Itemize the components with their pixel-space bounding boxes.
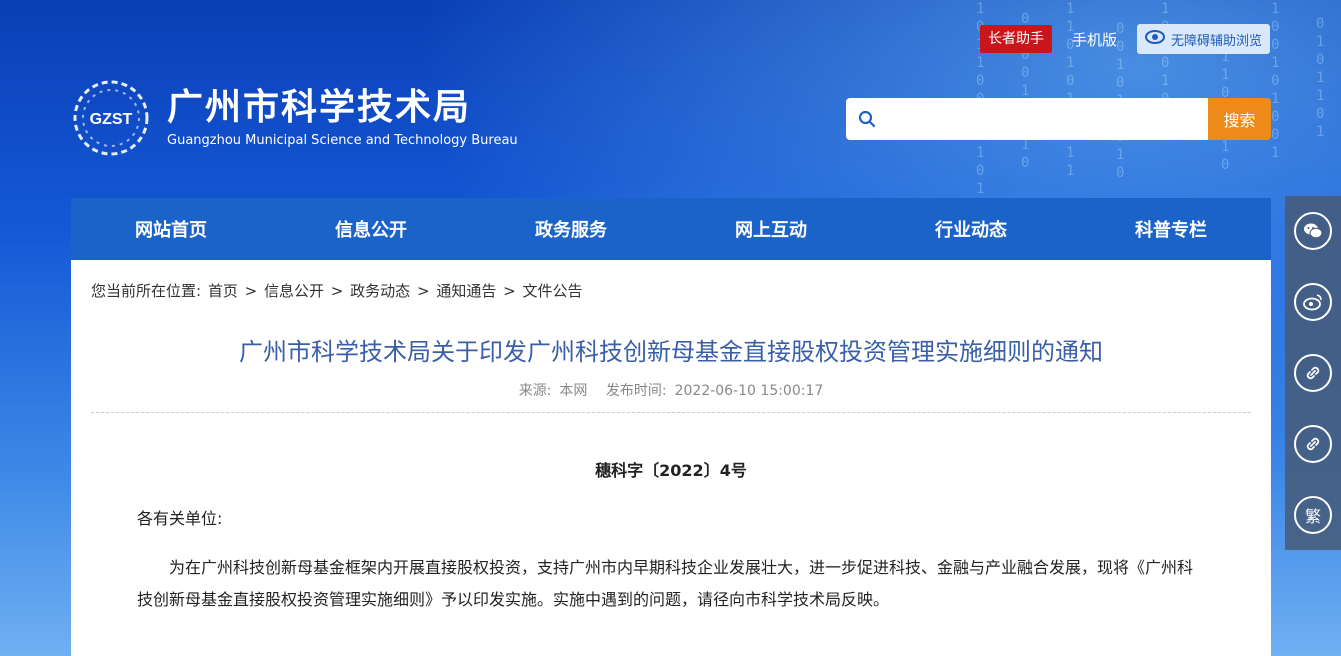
- breadcrumb-item-home[interactable]: 首页: [208, 282, 238, 300]
- accessibility-label: 无障碍辅助浏览: [1170, 33, 1262, 49]
- article-paragraph: 为在广州科技创新母基金框架内开展直接股权投资，支持广州市内早期科技企业发展壮大，…: [137, 558, 1194, 609]
- breadcrumb: 您当前所在位置: 首页 > 信息公开 > 政务动态 > 通知通告 > 文件公告: [91, 280, 584, 301]
- breadcrumb-item-documents[interactable]: 文件公告: [522, 282, 582, 300]
- breadcrumb-prefix: 您当前所在位置:: [91, 282, 202, 300]
- mobile-version-link[interactable]: 手机版: [1064, 25, 1125, 54]
- breadcrumb-separator: >: [244, 282, 258, 300]
- accessibility-button[interactable]: 无障碍辅助浏览: [1136, 24, 1270, 54]
- search-bar: 搜索: [846, 98, 1271, 140]
- nav-item-online-interaction[interactable]: 网上互动: [671, 198, 871, 260]
- main-nav: 网站首页 信息公开 政务服务 网上互动 行业动态 科普专栏: [71, 198, 1271, 260]
- site-logo[interactable]: GZST 广州市科学技术局 Guangzhou Municipal Scienc…: [71, 76, 518, 160]
- site-name-cn: 广州市科学技术局: [167, 87, 472, 128]
- nav-item-info-disclosure[interactable]: 信息公开: [271, 198, 471, 260]
- header-utilities: 长者助手 手机版 无障碍辅助浏览: [979, 24, 1270, 54]
- search-field: [846, 98, 1208, 140]
- source-label: 来源:: [518, 383, 552, 399]
- elder-assistant-button[interactable]: 长者助手: [979, 25, 1052, 53]
- divider: [91, 412, 1251, 413]
- breadcrumb-separator: >: [416, 282, 430, 300]
- nav-item-home[interactable]: 网站首页: [71, 198, 271, 260]
- gzst-emblem-icon: GZST: [71, 76, 155, 160]
- search-button[interactable]: 搜索: [1208, 98, 1271, 140]
- logo-abbr: GZST: [90, 111, 133, 128]
- document-number: 穗科字〔2022〕4号: [595, 461, 747, 480]
- article-meta: 来源: 本网 发布时间: 2022-06-10 15:00:17: [71, 380, 1271, 400]
- traditional-chinese-button[interactable]: 繁: [1294, 495, 1332, 534]
- salutation: 各有关单位:: [137, 509, 223, 528]
- nav-item-industry-news[interactable]: 行业动态: [871, 198, 1071, 260]
- weibo-icon[interactable]: [1294, 283, 1332, 322]
- search-input[interactable]: [888, 98, 1208, 140]
- wechat-icon[interactable]: [1294, 212, 1332, 251]
- share-sidebar: 繁: [1285, 196, 1341, 550]
- link-icon[interactable]: [1294, 353, 1332, 392]
- eye-icon: [1144, 30, 1165, 48]
- breadcrumb-separator: >: [503, 282, 516, 300]
- nav-item-gov-services[interactable]: 政务服务: [471, 198, 671, 260]
- breadcrumb-item-info[interactable]: 信息公开: [264, 282, 324, 300]
- link-icon[interactable]: [1294, 424, 1332, 463]
- breadcrumb-item-gov-news[interactable]: 政务动态: [350, 282, 410, 300]
- nav-item-science-popularization[interactable]: 科普专栏: [1071, 198, 1271, 260]
- article-title: 广州市科学技术局关于印发广州科技创新母基金直接股权投资管理实施细则的通知: [239, 338, 1103, 366]
- time-label: 发布时间:: [605, 383, 667, 399]
- main-content: 您当前所在位置: 首页 > 信息公开 > 政务动态 > 通知通告 > 文件公告 …: [71, 260, 1271, 656]
- site-name-en: Guangzhou Municipal Science and Technolo…: [167, 133, 518, 148]
- time-value: 2022-06-10 15:00:17: [674, 383, 824, 399]
- breadcrumb-item-notices[interactable]: 通知通告: [436, 282, 496, 300]
- search-icon: [846, 110, 888, 128]
- breadcrumb-separator: >: [330, 282, 344, 300]
- source-value: 本网: [559, 383, 588, 399]
